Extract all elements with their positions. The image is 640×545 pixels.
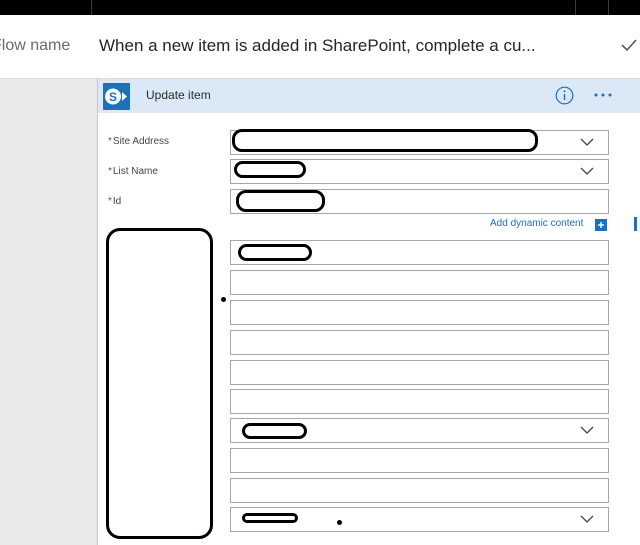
info-icon[interactable]: [555, 86, 574, 105]
sharepoint-icon: S: [103, 83, 130, 110]
chevron-down-icon[interactable]: [580, 514, 594, 524]
top-bar-divider: [575, 0, 576, 15]
check-icon[interactable]: [620, 36, 638, 54]
redaction-dot: [337, 520, 342, 525]
custom-field-input[interactable]: [230, 360, 609, 385]
custom-field-input[interactable]: [230, 270, 609, 295]
redacted-value: [238, 244, 312, 261]
top-bar: [0, 0, 640, 15]
custom-field-input[interactable]: [230, 330, 609, 355]
scrollbar-thumb[interactable]: [634, 217, 637, 231]
required-marker: *: [108, 136, 112, 147]
add-icon[interactable]: [595, 219, 607, 231]
redacted-value: [234, 161, 306, 178]
flow-name-input[interactable]: When a new item is added in SharePoint, …: [99, 36, 536, 56]
custom-field-input[interactable]: [230, 448, 609, 473]
card-title: Update item: [146, 88, 211, 102]
update-item-card: S Update item *Site Address *List Name *…: [97, 79, 640, 545]
svg-text:S: S: [109, 90, 117, 104]
chevron-down-icon[interactable]: [580, 166, 594, 176]
chevron-down-icon[interactable]: [580, 425, 594, 435]
custom-field-input[interactable]: [230, 389, 609, 414]
required-marker: *: [108, 196, 112, 207]
redacted-value: [242, 423, 307, 439]
site-address-label: *Site Address: [108, 136, 169, 147]
chevron-down-icon[interactable]: [580, 137, 594, 147]
redaction-dot: [221, 297, 226, 302]
list-name-label-text: List Name: [112, 166, 158, 177]
site-address-label-text: Site Address: [112, 136, 170, 147]
top-bar-divider: [91, 0, 92, 15]
redacted-labels: [106, 228, 213, 539]
custom-field-input[interactable]: [230, 300, 609, 325]
more-icon[interactable]: [592, 88, 614, 102]
id-label-text: Id: [112, 196, 122, 207]
required-marker: *: [108, 166, 112, 177]
top-bar-divider: [608, 0, 609, 15]
redacted-value: [236, 190, 325, 212]
card-header[interactable]: S Update item: [98, 79, 640, 113]
list-name-label: *List Name: [108, 166, 158, 177]
id-label: *Id: [108, 196, 121, 207]
flow-name-label: Flow name: [0, 37, 71, 54]
redacted-value: [232, 129, 538, 152]
add-dynamic-content-link[interactable]: Add dynamic content: [490, 218, 583, 229]
redacted-value: [242, 513, 298, 523]
custom-field-input[interactable]: [230, 478, 609, 503]
flow-header: Flow name When a new item is added in Sh…: [0, 15, 640, 79]
